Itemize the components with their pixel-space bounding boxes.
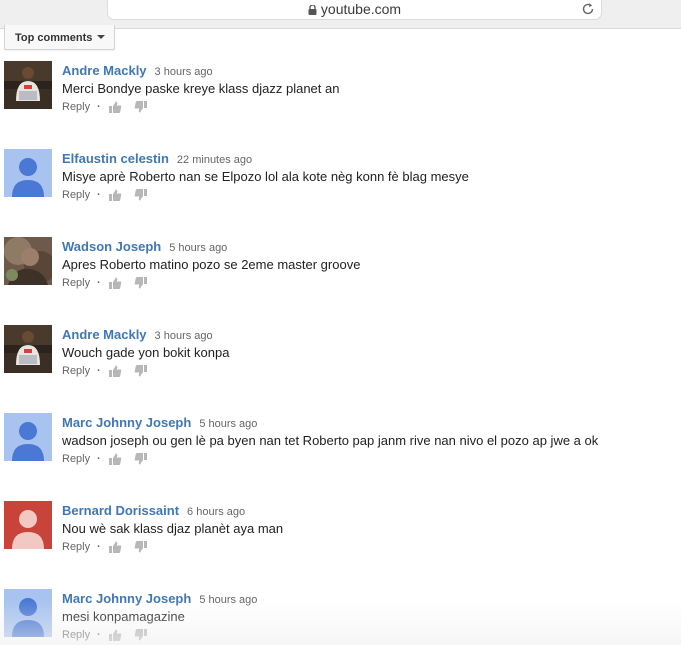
separator-dot: · bbox=[97, 189, 101, 201]
thumbs-up-icon[interactable] bbox=[108, 628, 122, 642]
thumbs-up-icon[interactable] bbox=[108, 364, 122, 378]
comment-timestamp[interactable]: 22 minutes ago bbox=[177, 154, 252, 166]
lock-icon bbox=[308, 5, 317, 15]
thumbs-up-icon[interactable] bbox=[108, 276, 122, 290]
comment-text: mesi konpamagazine bbox=[62, 609, 185, 624]
thumbs-up-icon[interactable] bbox=[108, 100, 122, 114]
comment-text: Misye aprè Roberto nan se Elpozo lol ala… bbox=[62, 169, 469, 184]
default-user-icon bbox=[4, 501, 52, 549]
comment-timestamp[interactable]: 6 hours ago bbox=[187, 506, 245, 518]
comment-timestamp[interactable]: 5 hours ago bbox=[199, 594, 257, 606]
sort-label: Top comments bbox=[15, 32, 93, 44]
separator-dot: · bbox=[97, 629, 101, 641]
sort-comments-dropdown[interactable]: Top comments bbox=[4, 25, 115, 50]
thumbs-up-icon[interactable] bbox=[108, 452, 122, 466]
thumbs-down-icon[interactable] bbox=[134, 540, 148, 554]
avatar[interactable] bbox=[4, 61, 52, 109]
comment-timestamp[interactable]: 5 hours ago bbox=[169, 242, 227, 254]
separator-dot: · bbox=[97, 453, 101, 465]
comment-author[interactable]: Marc Johnny Joseph bbox=[62, 591, 191, 606]
comment-item: Elfaustin celestin 22 minutes ago Misye a… bbox=[0, 149, 681, 229]
thumbs-up-icon[interactable] bbox=[108, 540, 122, 554]
separator-dot: · bbox=[97, 541, 101, 553]
reply-button[interactable]: Reply bbox=[62, 101, 90, 113]
reload-icon[interactable] bbox=[581, 2, 595, 16]
comment-text: wadson joseph ou gen lè pa byen nan tet … bbox=[62, 433, 599, 448]
address-bar[interactable]: youtube.com bbox=[107, 0, 602, 20]
default-user-icon bbox=[4, 149, 52, 197]
comment-item: Bernard Dorissaint 6 hours ago Nou wè sak… bbox=[0, 501, 681, 581]
comment-author[interactable]: Elfaustin celestin bbox=[62, 151, 169, 166]
avatar[interactable] bbox=[4, 589, 52, 637]
separator-dot: · bbox=[97, 101, 101, 113]
comment-item: Wadson Joseph 5 hours ago Apres Roberto m… bbox=[0, 237, 681, 317]
comment-timestamp[interactable]: 3 hours ago bbox=[155, 66, 213, 78]
comment-author[interactable]: Bernard Dorissaint bbox=[62, 503, 179, 518]
comment-author[interactable]: Marc Johnny Joseph bbox=[62, 415, 191, 430]
comment-item: Andre Mackly 3 hours ago Merci Bondye pas… bbox=[0, 61, 681, 141]
reply-button[interactable]: Reply bbox=[62, 453, 90, 465]
comment-text: Merci Bondye paske kreye klass djazz pla… bbox=[62, 81, 340, 96]
comment-item: Andre Mackly 3 hours ago Wouch gade yon b… bbox=[0, 325, 681, 405]
default-user-icon bbox=[4, 589, 52, 637]
avatar-photo-icon bbox=[4, 61, 52, 109]
separator-dot: · bbox=[97, 365, 101, 377]
url-text: youtube.com bbox=[320, 1, 402, 17]
comment-text: Nou wè sak klass djaz planèt aya man bbox=[62, 521, 284, 536]
comment-text: Apres Roberto matino pozo se 2eme master… bbox=[62, 257, 361, 272]
avatar[interactable] bbox=[4, 413, 52, 461]
default-user-icon bbox=[4, 413, 52, 461]
avatar[interactable] bbox=[4, 149, 52, 197]
url-display[interactable]: youtube.com bbox=[108, 1, 601, 17]
reply-button[interactable]: Reply bbox=[62, 541, 90, 553]
caret-down-icon bbox=[97, 35, 105, 39]
thumbs-down-icon[interactable] bbox=[134, 276, 148, 290]
avatar[interactable] bbox=[4, 501, 52, 549]
reply-button[interactable]: Reply bbox=[62, 189, 90, 201]
comment-item: Marc Johnny Joseph 5 hours ago wadson jos… bbox=[0, 413, 681, 493]
thumbs-down-icon[interactable] bbox=[134, 364, 148, 378]
reply-button[interactable]: Reply bbox=[62, 277, 90, 289]
thumbs-down-icon[interactable] bbox=[134, 452, 148, 466]
comment-author[interactable]: Wadson Joseph bbox=[62, 239, 161, 254]
comment-author[interactable]: Andre Mackly bbox=[62, 63, 147, 78]
comment-timestamp[interactable]: 3 hours ago bbox=[155, 330, 213, 342]
thumbs-down-icon[interactable] bbox=[134, 188, 148, 202]
reply-button[interactable]: Reply bbox=[62, 365, 90, 377]
reply-button[interactable]: Reply bbox=[62, 629, 90, 641]
comment-author[interactable]: Andre Mackly bbox=[62, 327, 147, 342]
avatar[interactable] bbox=[4, 325, 52, 373]
avatar-photo-icon bbox=[4, 325, 52, 373]
thumbs-down-icon[interactable] bbox=[134, 628, 148, 642]
comment-item: Marc Johnny Joseph 5 hours ago mesi konpa… bbox=[0, 589, 681, 669]
comment-text: Wouch gade yon bokit konpa bbox=[62, 345, 230, 360]
avatar-photo-icon bbox=[4, 237, 52, 285]
comment-timestamp[interactable]: 5 hours ago bbox=[199, 418, 257, 430]
thumbs-up-icon[interactable] bbox=[108, 188, 122, 202]
thumbs-down-icon[interactable] bbox=[134, 100, 148, 114]
avatar[interactable] bbox=[4, 237, 52, 285]
separator-dot: · bbox=[97, 277, 101, 289]
